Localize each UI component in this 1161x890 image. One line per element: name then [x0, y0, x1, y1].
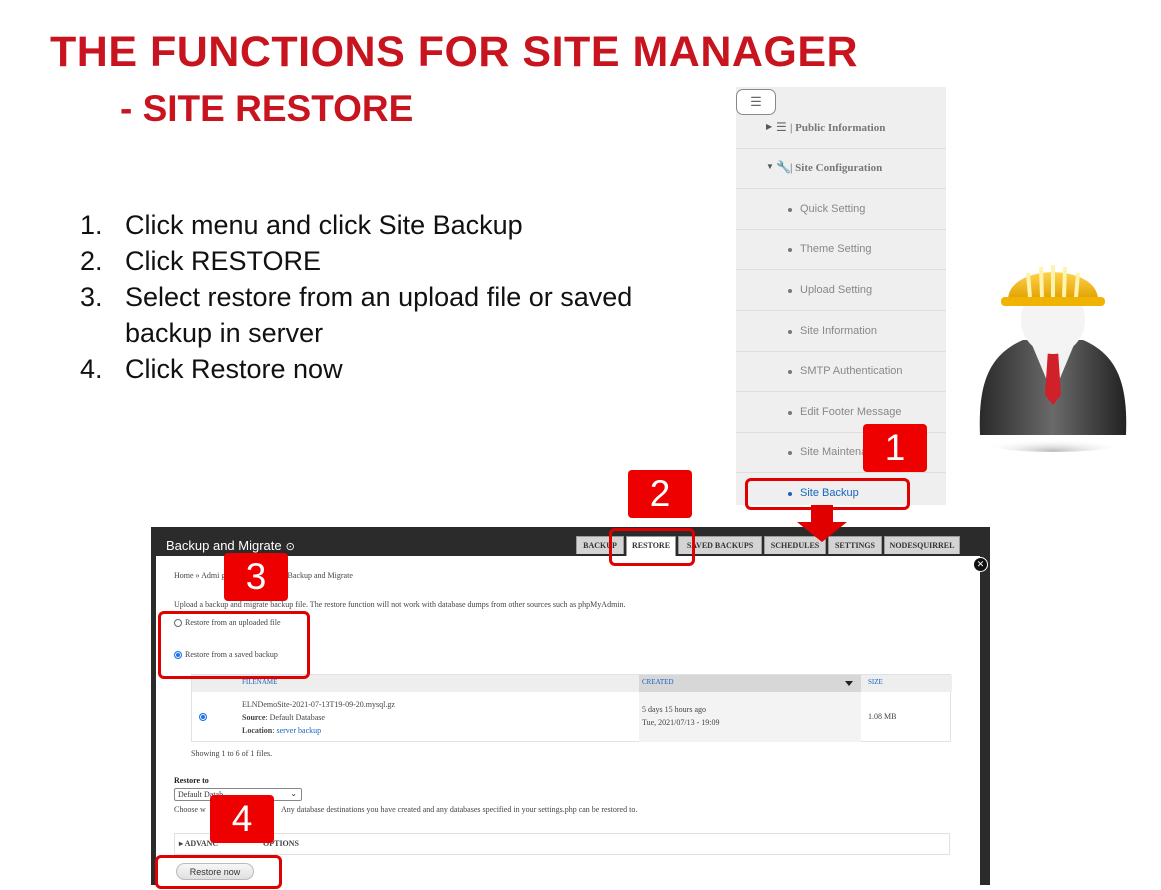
panel-title: Backup and Migrate ⊙ [166, 538, 295, 553]
step-item: 2. Click RESTORE [80, 246, 322, 276]
backup-created-relative: 5 days 15 hours ago [642, 705, 706, 714]
step-item: 4. Click Restore now [80, 354, 343, 384]
backup-source: Source: Default Database [242, 713, 325, 722]
slide-subtitle: - SITE RESTORE [120, 88, 414, 129]
showing-count: Showing 1 to 6 of 1 files. [191, 749, 273, 758]
down-arrow-head [797, 522, 847, 542]
restore-to-label: Restore to [174, 776, 209, 785]
backup-row-radio[interactable] [199, 713, 207, 721]
restore-to-help-right: Any database destinations you have creat… [281, 805, 638, 814]
sort-desc-icon [845, 681, 853, 686]
callout-1: 1 [863, 424, 927, 472]
backup-created-date: Tue, 2021/07/13 - 19:09 [642, 718, 720, 727]
menu-item-upload-setting[interactable]: Upload Setting [736, 271, 946, 311]
backup-size: 1.08 MB [868, 712, 897, 721]
header-filename[interactable]: FILENAME [242, 678, 277, 686]
callout-2: 2 [628, 470, 692, 518]
tab-nodesquirrel[interactable]: NODESQUIRREL [884, 536, 960, 554]
slide-title: THE FUNCTIONS FOR SITE MANAGER [50, 28, 859, 76]
menu-section-public-information[interactable]: ▶ ☰ | Public Information [736, 109, 946, 149]
restore-description: Upload a backup and migrate backup file.… [174, 600, 626, 609]
callout-3: 3 [224, 553, 288, 601]
restore-to-help-left: Choose w [174, 805, 206, 814]
highlight-restore-options [158, 611, 310, 679]
menu-item-site-information[interactable]: Site Information [736, 312, 946, 352]
menu-item-smtp-authentication[interactable]: SMTP Authentication [736, 352, 946, 392]
highlight-restore-tab [609, 528, 695, 566]
down-arrow-icon [811, 505, 833, 522]
wrench-icon: 🔧 [776, 160, 791, 174]
restore-content: Home » Admi guration » System » Backup a… [156, 556, 980, 885]
backup-location: Location: server backup [242, 726, 322, 735]
chevron-down-icon: ⌄ [290, 789, 297, 798]
gear-icon[interactable]: ⊙ [286, 541, 295, 553]
menu-section-site-configuration[interactable]: ▼ 🔧 | Site Configuration [736, 149, 946, 189]
header-size[interactable]: SIZE [868, 678, 883, 686]
header-created[interactable]: CREATED [642, 678, 674, 686]
callout-4: 4 [210, 795, 274, 843]
highlight-restore-button [155, 855, 282, 889]
menu-item-theme-setting[interactable]: Theme Setting [736, 230, 946, 270]
step-item: 1. Click menu and click Site Backup [80, 210, 523, 240]
advanced-options[interactable]: ▸ ADVANC OPTIONS [174, 833, 950, 855]
steps-list: 1. Click menu and click Site Backup 2. Cli… [80, 207, 645, 387]
list-icon: ☰ [776, 120, 787, 134]
step-item: 3. Select restore from an upload file or … [80, 282, 633, 348]
close-icon[interactable]: ✕ [973, 557, 988, 572]
saved-backups-table: FILENAME CREATED SIZE ELNDemoSite-2021-0… [191, 674, 952, 742]
construction-worker-icon [975, 265, 1131, 452]
menu-item-quick-setting[interactable]: Quick Setting [736, 190, 946, 230]
backup-filename: ELNDemoSite-2021-07-13T19-09-20.mysql.gz [242, 700, 395, 709]
